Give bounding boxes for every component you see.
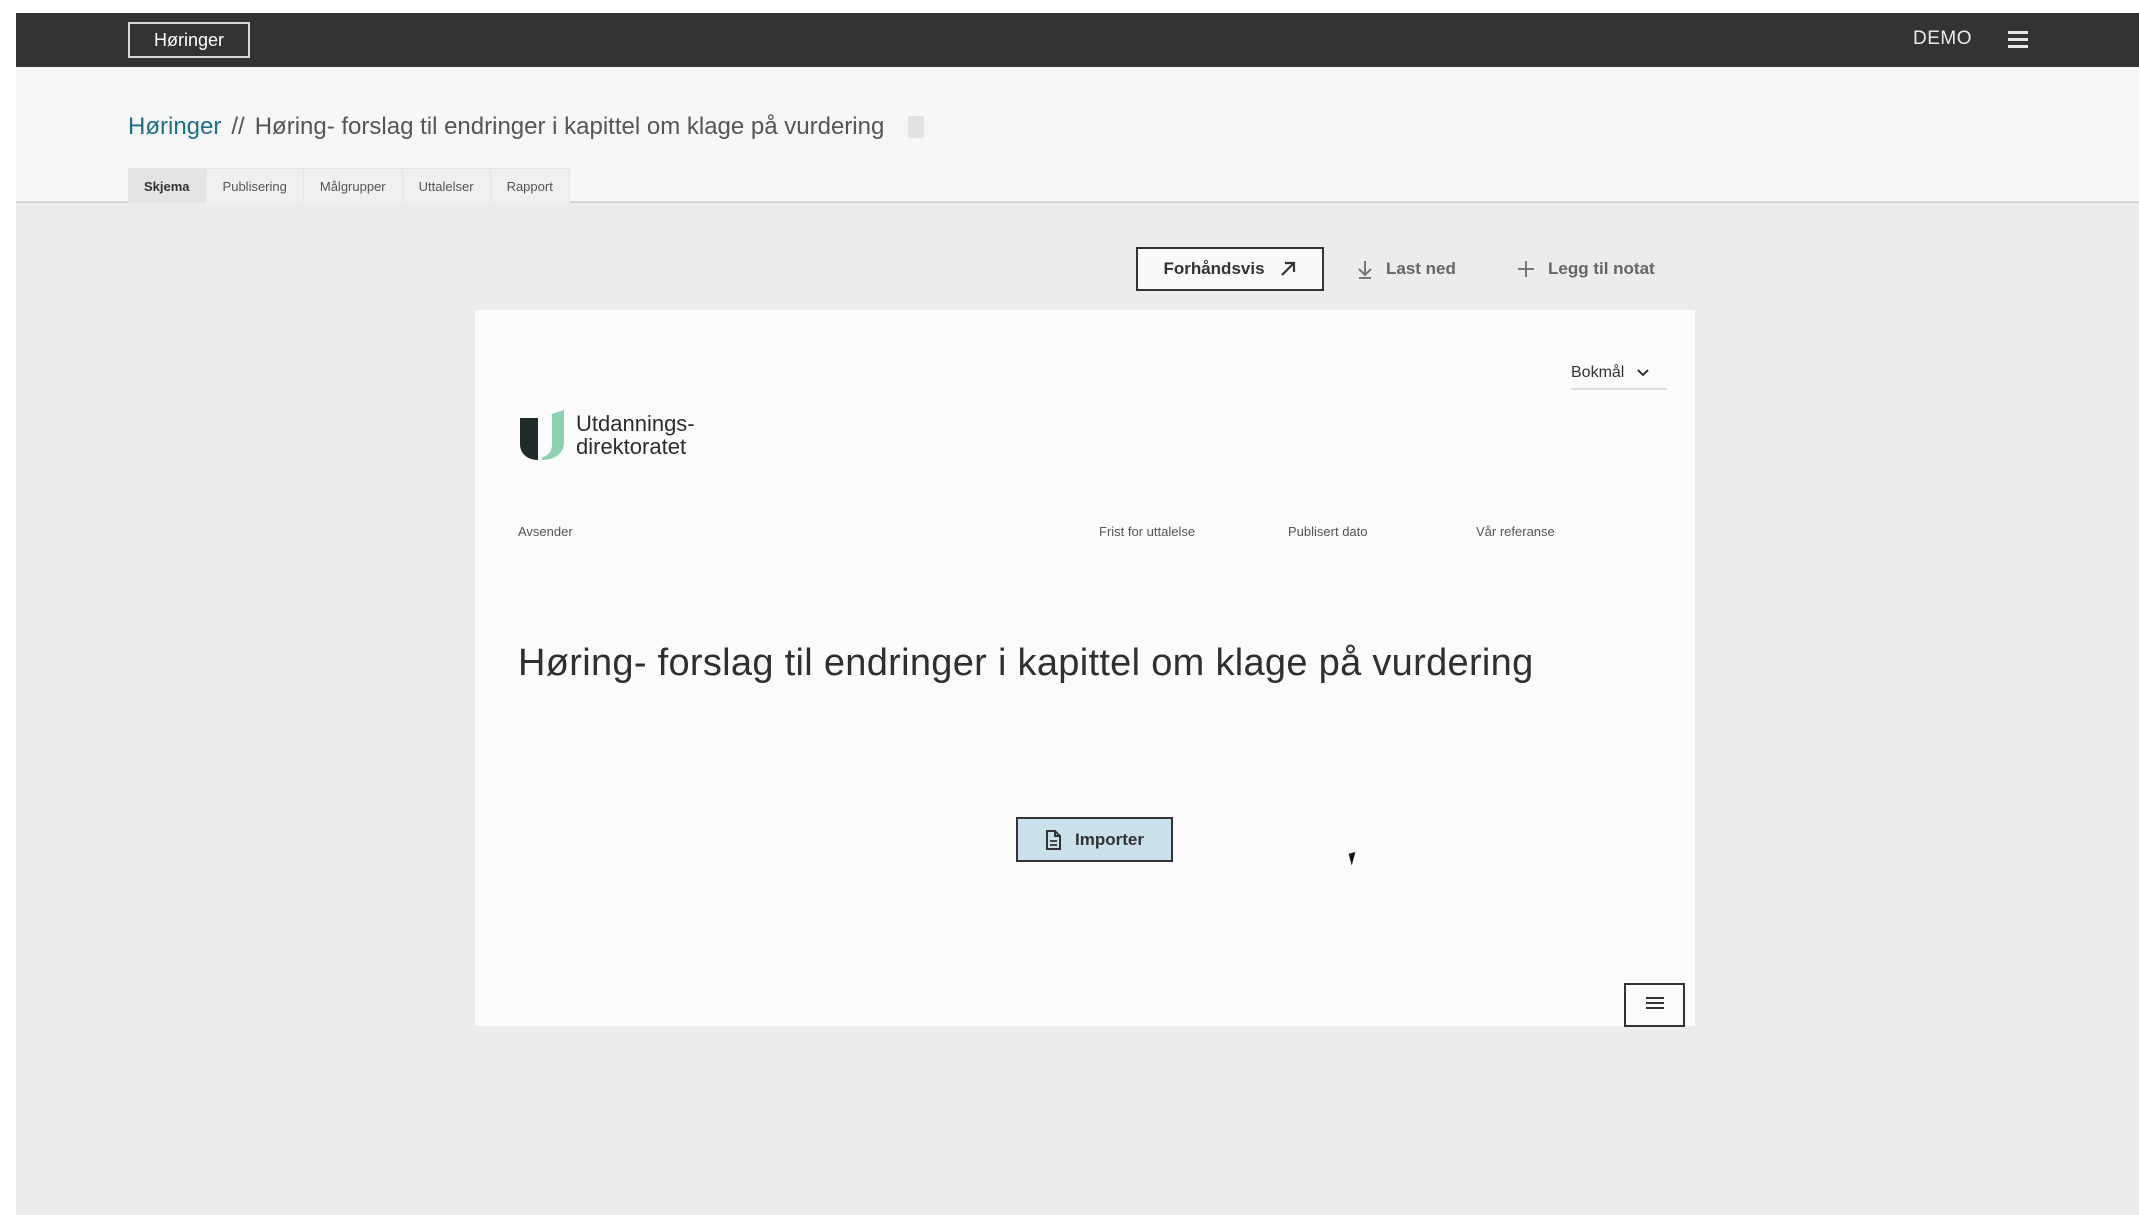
plus-icon [1518, 261, 1534, 277]
import-button-label: Importer [1075, 829, 1144, 849]
document-preview: Bokmål Utdannings- direktoratet Avsender… [475, 310, 1695, 1027]
breadcrumb-link-horinger[interactable]: Høringer [128, 113, 221, 141]
page-header: Høringer // Høring- forslag til endringe… [16, 67, 2139, 203]
udir-logo-text: Utdannings- direktoratet [576, 412, 695, 458]
meta-sender-label: Avsender [518, 524, 573, 539]
tab-bar: Skjema Publisering Målgrupper Uttalelser… [128, 168, 570, 203]
tab-rapport[interactable]: Rapport [490, 168, 570, 203]
download-button-label: Last ned [1386, 259, 1456, 278]
document-icon [1046, 829, 1062, 850]
udir-logo: Utdannings- direktoratet [518, 408, 695, 462]
external-link-arrow-icon [1280, 261, 1295, 276]
language-select[interactable]: Bokmål [1571, 358, 1667, 390]
hamburger-menu-icon[interactable] [2005, 27, 2031, 53]
download-button[interactable]: Last ned [1356, 247, 1456, 291]
breadcrumb: Høringer // Høring- forslag til endringe… [128, 113, 925, 141]
add-note-button-label: Legg til notat [1548, 259, 1655, 278]
add-note-button[interactable]: Legg til notat [1516, 247, 1655, 291]
document-title: Høring- forslag til endringer i kapittel… [518, 642, 1534, 684]
meta-published-label: Publisert dato [1288, 524, 1368, 539]
import-button[interactable]: Importer [1016, 817, 1173, 862]
document-toolbar: Forhåndsvis Last ned Legg til notat [16, 247, 2139, 291]
environment-label: DEMO [1913, 28, 1972, 49]
tab-publisering[interactable]: Publisering [206, 168, 304, 203]
breadcrumb-separator: // [231, 113, 245, 140]
chevron-down-icon [1637, 369, 1650, 377]
preview-button[interactable]: Forhåndsvis [1136, 247, 1324, 291]
page-title: Høring- forslag til endringer i kapittel… [254, 113, 885, 140]
preview-button-label: Forhåndsvis [1163, 259, 1265, 278]
horinger-app-button[interactable]: Høringer [128, 22, 250, 58]
top-navigation-bar: Høringer DEMO [16, 13, 2139, 67]
tab-uttalelser[interactable]: Uttalelser [402, 168, 491, 203]
bookmark-icon[interactable] [908, 116, 925, 138]
document-menu-button[interactable] [1624, 983, 1685, 1027]
logo-line-2: direktoratet [576, 434, 687, 459]
tab-malgrupper[interactable]: Målgrupper [303, 168, 403, 203]
meta-deadline-label: Frist for uttalelse [1099, 524, 1196, 539]
language-select-value: Bokmål [1571, 364, 1625, 381]
download-arrow-icon [1358, 261, 1372, 279]
logo-line-1: Utdannings- [576, 411, 695, 436]
meta-reference-label: Vår referanse [1476, 524, 1555, 539]
app-window: Høringer DEMO Høringer // Høring- forsla… [16, 13, 2139, 1215]
udir-logo-mark-icon [520, 410, 564, 460]
tab-skjema[interactable]: Skjema [128, 168, 207, 203]
